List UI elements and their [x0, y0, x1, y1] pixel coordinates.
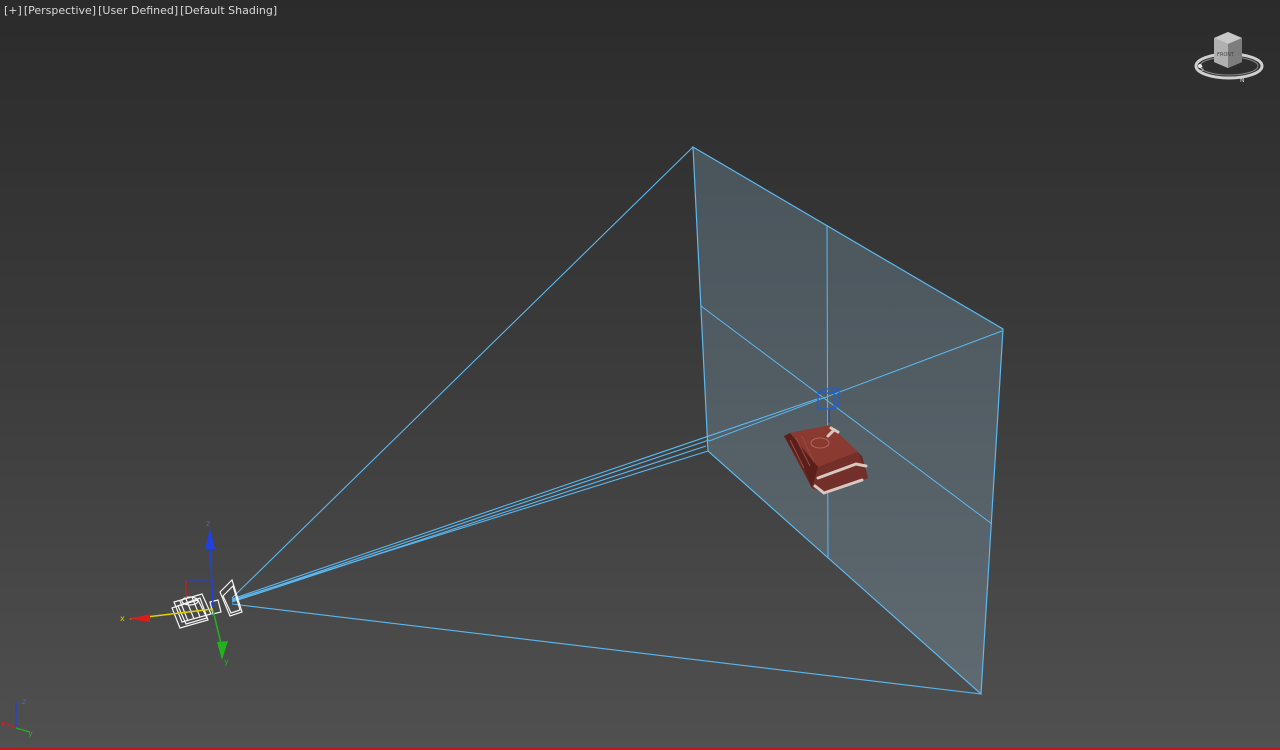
- perspective-viewport[interactable]: [+] [Perspective] [User Defined] [Default S…: [0, 0, 1280, 750]
- tripod-y-label: y: [28, 729, 33, 738]
- gizmo-x-label: x: [120, 614, 125, 623]
- camera-object[interactable]: z y x: [120, 519, 243, 666]
- viewcube[interactable]: FRONT S N: [1192, 28, 1266, 88]
- camera-target-plane: [692, 145, 1004, 696]
- gizmo-z-axis[interactable]: [209, 539, 214, 609]
- tripod-z-label: z: [22, 697, 26, 706]
- tripod-x-label: x: [1, 719, 6, 728]
- gizmo-z-label: z: [206, 519, 210, 528]
- viewcube-compass-n: N: [1240, 77, 1245, 84]
- gizmo-y-label: y: [224, 657, 229, 666]
- scene-canvas[interactable]: z y x: [0, 0, 1280, 750]
- viewcube-face-label: FRONT: [1217, 52, 1235, 58]
- world-axis-tripod: z x y: [1, 697, 33, 738]
